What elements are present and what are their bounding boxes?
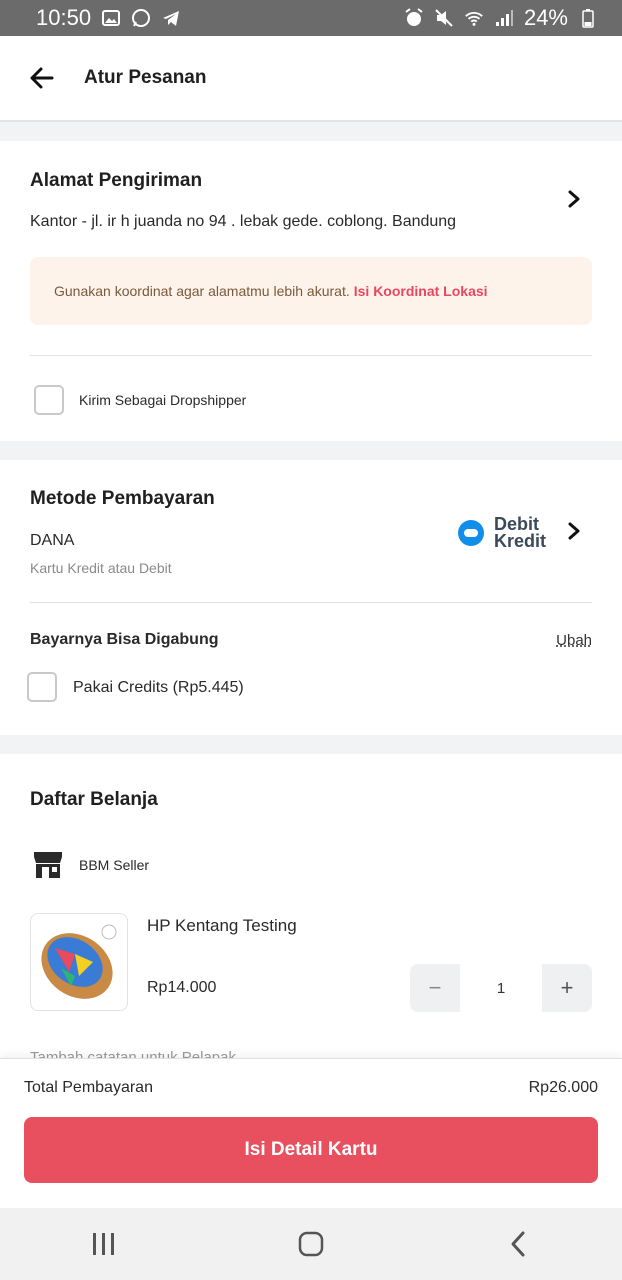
status-bar: 10:50 24% [0, 0, 622, 36]
recent-apps-icon [92, 1233, 114, 1255]
battery-level: 24% [523, 5, 568, 30]
change-link[interactable]: Ubah [556, 632, 592, 649]
divider [30, 355, 592, 356]
signal-icon [494, 8, 514, 28]
battery-icon [578, 8, 598, 28]
status-bar-left: 10:50 [36, 5, 181, 31]
cart-title: Daftar Belanja [30, 789, 158, 810]
payment-method: DANA [30, 532, 75, 549]
home-button[interactable] [281, 1214, 341, 1274]
quantity-value[interactable]: 1 [460, 964, 542, 1012]
clock: 10:50 [36, 5, 92, 30]
dropshipper-label: Kirim Sebagai Dropshipper [79, 392, 247, 408]
payment-chevron-icon[interactable] [560, 517, 588, 545]
payment-summary: Total Pembayaran Rp26.000 Isi Detail Kar… [0, 1058, 622, 1209]
product-name[interactable]: HP Kentang Testing [147, 916, 297, 936]
total-label: Total Pembayaran [24, 1079, 153, 1096]
total-value: Rp26.000 [528, 1079, 598, 1096]
credits-label: Pakai Credits (Rp5.445) [73, 679, 244, 696]
back-nav-button[interactable] [488, 1214, 548, 1274]
divider [30, 602, 592, 603]
payment-title: Metode Pembayaran [30, 488, 215, 509]
increase-button[interactable]: + [542, 964, 592, 1012]
coordinate-notice: Gunakan koordinat agar alamatmu lebih ak… [30, 257, 592, 325]
card-icon [458, 520, 484, 546]
logo-line-kredit: Kredit [494, 531, 547, 551]
payment-card: Metode Pembayaran DANA Kartu Kredit atau… [0, 460, 622, 735]
debit-kredit-logo: Debit Kredit [458, 515, 547, 551]
address-title: Alamat Pengiriman [30, 170, 203, 191]
gallery-icon [101, 8, 121, 28]
seller-name: BBM Seller [79, 857, 150, 873]
quantity-stepper: − 1 + [410, 964, 592, 1012]
arrow-left-icon [30, 67, 54, 89]
fill-card-detail-button[interactable]: Isi Detail Kartu [24, 1117, 598, 1183]
cart-card: Daftar Belanja BBM Seller HP Kentang Tes… [0, 754, 622, 1066]
status-bar-right: 24% [404, 5, 598, 31]
back-button[interactable] [14, 50, 70, 106]
mute-icon [434, 8, 454, 28]
decrease-button[interactable]: − [410, 964, 460, 1012]
fill-coordinate-link[interactable]: Isi Koordinat Lokasi [354, 283, 488, 299]
product-price: Rp14.000 [147, 979, 217, 996]
whatsapp-icon [131, 8, 151, 28]
address-card[interactable]: Alamat Pengiriman Kantor - jl. ir h juan… [0, 141, 622, 441]
home-icon [298, 1231, 324, 1257]
payment-subtitle: Kartu Kredit atau Debit [30, 560, 172, 576]
page-title: Atur Pesanan [84, 67, 207, 88]
credits-checkbox[interactable] [27, 672, 57, 702]
combined-payment-title: Bayarnya Bisa Digabung [30, 631, 219, 648]
wifi-icon [464, 8, 484, 28]
product-image[interactable] [30, 913, 128, 1011]
chevron-right-icon[interactable] [560, 185, 588, 213]
dropshipper-checkbox[interactable] [34, 385, 64, 415]
alarm-icon [404, 8, 424, 28]
recent-apps-button[interactable] [74, 1214, 134, 1274]
notice-text: Gunakan koordinat agar alamatmu lebih ak… [54, 283, 350, 299]
app-bar: Atur Pesanan [0, 36, 622, 122]
back-nav-icon [511, 1231, 525, 1257]
telegram-icon [161, 8, 181, 28]
store-icon [33, 851, 63, 884]
address-text: Kantor - jl. ir h juanda no 94 . lebak g… [30, 213, 457, 230]
system-nav-bar [0, 1208, 622, 1280]
